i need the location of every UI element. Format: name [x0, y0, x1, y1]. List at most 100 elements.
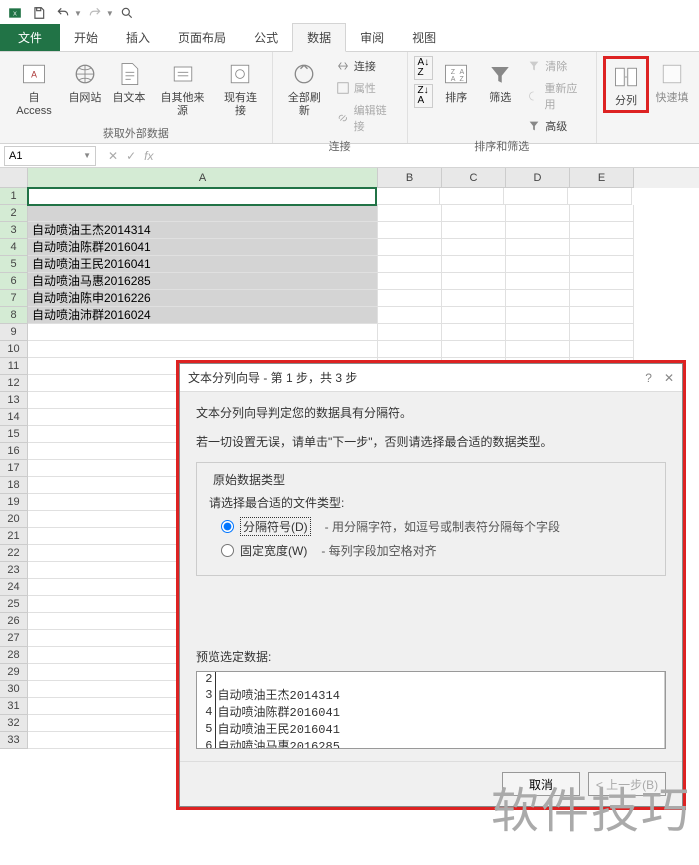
redo-dropdown[interactable]: ▼: [106, 9, 114, 18]
row-header[interactable]: 30: [0, 681, 28, 698]
cell[interactable]: [442, 256, 506, 273]
cell[interactable]: [570, 273, 634, 290]
cell[interactable]: 自动喷油沛群2016024: [28, 307, 378, 324]
row-header[interactable]: 24: [0, 579, 28, 596]
from-web-button[interactable]: 自网站: [64, 56, 106, 107]
cell[interactable]: [570, 222, 634, 239]
cell[interactable]: [378, 256, 442, 273]
delimited-radio[interactable]: [221, 520, 234, 533]
tab-formulas[interactable]: 公式: [240, 24, 292, 51]
filter-button[interactable]: 筛选: [479, 56, 521, 107]
row-header[interactable]: 11: [0, 358, 28, 375]
row-header[interactable]: 19: [0, 494, 28, 511]
col-header-B[interactable]: B: [378, 168, 442, 188]
close-icon[interactable]: ✕: [664, 371, 674, 385]
row-header[interactable]: 33: [0, 732, 28, 749]
sort-za-button[interactable]: Z↓A: [414, 84, 434, 108]
cell[interactable]: [506, 324, 570, 341]
cell[interactable]: [442, 205, 506, 222]
row-header[interactable]: 22: [0, 545, 28, 562]
cell[interactable]: [506, 307, 570, 324]
cell[interactable]: [378, 239, 442, 256]
cell[interactable]: [570, 256, 634, 273]
from-other-button[interactable]: 自其他来源: [152, 56, 213, 120]
row-header[interactable]: 10: [0, 341, 28, 358]
tab-review[interactable]: 审阅: [346, 24, 398, 51]
row-header[interactable]: 9: [0, 324, 28, 341]
row-header[interactable]: 21: [0, 528, 28, 545]
cell[interactable]: [442, 341, 506, 358]
edit-links-button[interactable]: 编辑链接: [332, 100, 401, 136]
row-header[interactable]: 14: [0, 409, 28, 426]
tab-layout[interactable]: 页面布局: [164, 24, 240, 51]
cell[interactable]: [442, 273, 506, 290]
save-icon[interactable]: [28, 2, 50, 24]
cell[interactable]: [27, 187, 377, 206]
existing-conn-button[interactable]: 现有连接: [215, 56, 266, 120]
refresh-all-button[interactable]: 全部刷新: [279, 56, 330, 120]
row-header[interactable]: 3: [0, 222, 28, 239]
properties-button[interactable]: 属性: [332, 78, 401, 98]
cell[interactable]: [570, 324, 634, 341]
row-header[interactable]: 15: [0, 426, 28, 443]
cell[interactable]: [506, 341, 570, 358]
row-header[interactable]: 18: [0, 477, 28, 494]
row-header[interactable]: 20: [0, 511, 28, 528]
cell[interactable]: [570, 341, 634, 358]
cell[interactable]: [570, 307, 634, 324]
from-access-button[interactable]: A 自 Access: [6, 56, 62, 120]
row-header[interactable]: 27: [0, 630, 28, 647]
cell[interactable]: [570, 205, 634, 222]
col-header-C[interactable]: C: [442, 168, 506, 188]
cell[interactable]: [378, 273, 442, 290]
row-header[interactable]: 16: [0, 443, 28, 460]
cell[interactable]: [378, 324, 442, 341]
cancel-button[interactable]: 取消: [502, 772, 580, 796]
row-header[interactable]: 2: [0, 205, 28, 222]
cell[interactable]: [28, 324, 378, 341]
cell[interactable]: [28, 341, 378, 358]
cell[interactable]: [442, 290, 506, 307]
cell[interactable]: 自动喷油王杰2014314: [28, 222, 378, 239]
fixed-width-radio[interactable]: [221, 544, 234, 557]
cell[interactable]: [506, 205, 570, 222]
cell[interactable]: [28, 205, 378, 222]
select-all-corner[interactable]: [0, 168, 28, 188]
redo-icon[interactable]: [84, 2, 106, 24]
row-header[interactable]: 13: [0, 392, 28, 409]
cell[interactable]: [506, 239, 570, 256]
cell[interactable]: [506, 222, 570, 239]
from-text-button[interactable]: 自文本: [108, 56, 150, 107]
col-header-A[interactable]: A: [28, 168, 378, 188]
row-header[interactable]: 28: [0, 647, 28, 664]
tab-home[interactable]: 开始: [60, 24, 112, 51]
cell[interactable]: [570, 239, 634, 256]
clear-filter-button[interactable]: 清除: [523, 56, 590, 76]
tab-file[interactable]: 文件: [0, 24, 60, 51]
fx-icon[interactable]: fx: [144, 149, 153, 163]
sort-button[interactable]: ZAAZ 排序: [435, 56, 477, 107]
accept-formula-icon[interactable]: ✓: [126, 149, 136, 163]
cell[interactable]: [376, 188, 440, 205]
row-header[interactable]: 12: [0, 375, 28, 392]
cell[interactable]: [440, 188, 504, 205]
cell[interactable]: [378, 341, 442, 358]
cell[interactable]: [504, 188, 568, 205]
tab-data[interactable]: 数据: [292, 23, 346, 52]
row-header[interactable]: 4: [0, 239, 28, 256]
text-to-columns-button[interactable]: 分列: [603, 56, 649, 113]
row-header[interactable]: 32: [0, 715, 28, 732]
cell[interactable]: [442, 324, 506, 341]
cell[interactable]: [378, 307, 442, 324]
row-header[interactable]: 6: [0, 273, 28, 290]
tab-view[interactable]: 视图: [398, 24, 450, 51]
col-header-E[interactable]: E: [570, 168, 634, 188]
cell[interactable]: 自动喷油陈群2016041: [28, 239, 378, 256]
row-header[interactable]: 7: [0, 290, 28, 307]
cell[interactable]: [442, 239, 506, 256]
flash-fill-button[interactable]: 快速填: [651, 56, 693, 107]
cell[interactable]: [378, 290, 442, 307]
reapply-button[interactable]: 重新应用: [523, 78, 590, 114]
col-header-D[interactable]: D: [506, 168, 570, 188]
row-header[interactable]: 1: [0, 188, 28, 205]
